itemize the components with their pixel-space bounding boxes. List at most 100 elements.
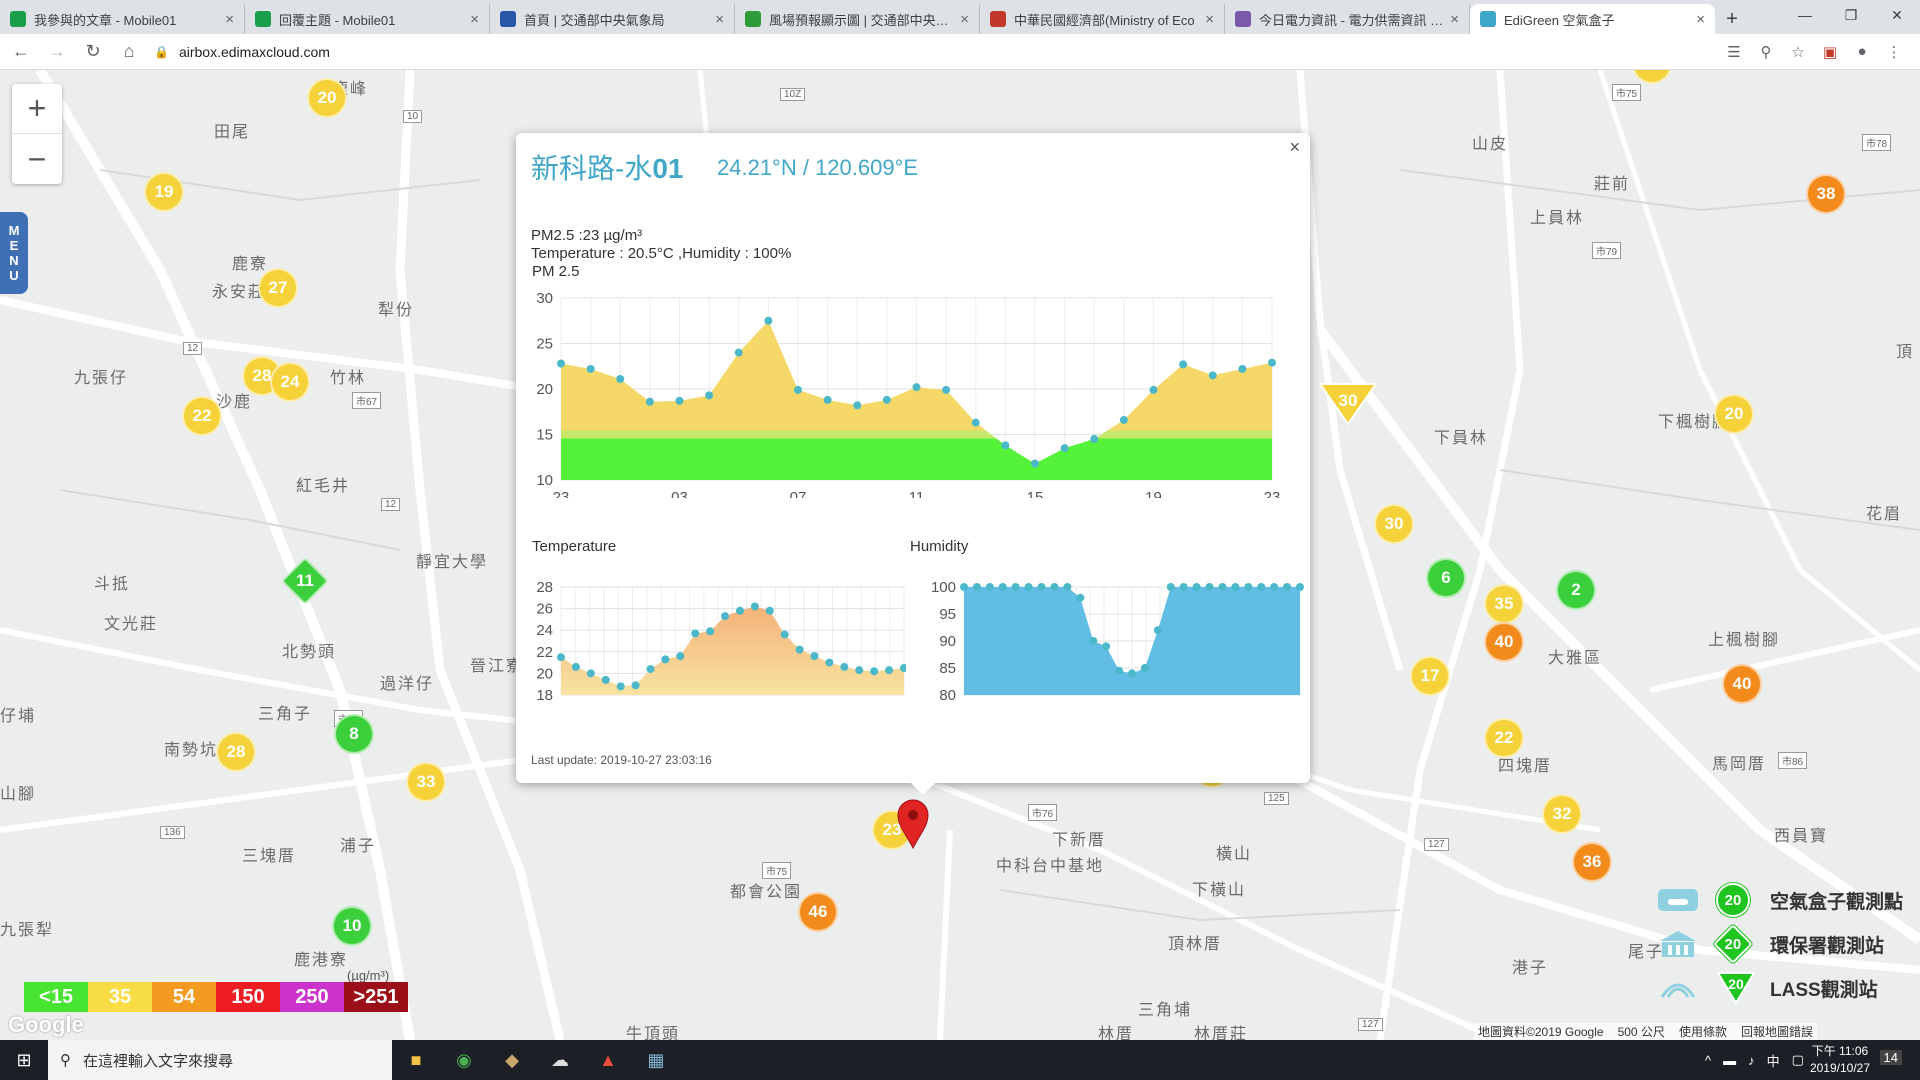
- airbox-marker[interactable]: 2: [1556, 570, 1596, 610]
- data-point: [825, 658, 834, 667]
- app-icon[interactable]: ▲: [584, 1040, 632, 1080]
- chrome-icon[interactable]: ◉: [440, 1040, 488, 1080]
- data-point: [1270, 583, 1279, 591]
- zoom-icon[interactable]: ⚲: [1750, 38, 1782, 66]
- maximize-button[interactable]: ❐: [1828, 0, 1874, 30]
- zoom-in-button[interactable]: +: [12, 84, 62, 134]
- close-window-button[interactable]: ✕: [1874, 0, 1920, 30]
- forward-arrow-icon[interactable]: →: [42, 37, 72, 67]
- y-tick-label: 80: [939, 687, 956, 704]
- airbox-marker[interactable]: 35: [1484, 584, 1524, 624]
- data-point: [1166, 583, 1175, 591]
- tab-close-icon[interactable]: ×: [470, 11, 479, 28]
- airbox-marker[interactable]: 17: [1410, 656, 1450, 696]
- airbox-marker[interactable]: 36: [1572, 842, 1612, 882]
- selected-location-pin-icon[interactable]: [896, 798, 930, 850]
- taskbar-search-box[interactable]: ⚲ 在這裡輸入文字來搜尋: [48, 1040, 392, 1080]
- airbox-marker[interactable]: 22: [1484, 718, 1524, 758]
- zoom-out-button[interactable]: −: [12, 134, 62, 184]
- place-label: 北勢頭: [282, 644, 337, 661]
- tab-close-icon[interactable]: ×: [1205, 11, 1214, 28]
- browser-tab[interactable]: 風場預報顯示圖 | 交通部中央氣象 ×: [735, 4, 980, 34]
- marker-value: 28: [252, 366, 272, 385]
- airbox-marker[interactable]: 30: [1374, 504, 1414, 544]
- airbox-marker[interactable]: 27: [258, 268, 298, 308]
- airbox-marker[interactable]: 40: [1484, 622, 1524, 662]
- airbox-marker[interactable]: 19: [144, 172, 184, 212]
- app-icon[interactable]: ◆: [488, 1040, 536, 1080]
- airbox-marker[interactable]: 24: [270, 362, 310, 402]
- place-label: 三塊厝: [242, 848, 297, 865]
- extension-icon[interactable]: ▣: [1814, 38, 1846, 66]
- ime-indicator[interactable]: 中: [1767, 1051, 1780, 1070]
- data-point: [882, 395, 891, 404]
- road-number-tag: 12: [183, 342, 203, 355]
- place-label: 沙鹿: [216, 394, 253, 411]
- address-bar[interactable]: 🔒 airbox.edimaxcloud.com: [154, 38, 1718, 66]
- browser-tab[interactable]: 回覆主題 - Mobile01 ×: [245, 4, 490, 34]
- airbox-marker[interactable]: 46: [798, 892, 838, 932]
- airbox-marker[interactable]: 22: [182, 396, 222, 436]
- airbox-marker[interactable]: 8: [334, 714, 374, 754]
- marker-value: 10: [342, 916, 362, 935]
- tab-close-icon[interactable]: ×: [1450, 11, 1459, 28]
- minimize-button[interactable]: —: [1782, 0, 1828, 30]
- airbox-marker[interactable]: 28: [216, 732, 256, 772]
- action-center-icon[interactable]: ▢: [1792, 1052, 1804, 1068]
- airbox-marker[interactable]: 10: [332, 906, 372, 946]
- volume-icon[interactable]: ♪: [1748, 1053, 1755, 1068]
- notification-count[interactable]: 14: [1879, 1050, 1902, 1065]
- place-label: 橫山: [1216, 846, 1253, 863]
- browser-tab[interactable]: 我參與的文章 - Mobile01 ×: [0, 4, 245, 34]
- airbox-marker[interactable]: 33: [406, 762, 446, 802]
- tab-close-icon[interactable]: ×: [715, 11, 724, 28]
- menu-button[interactable]: M E N U: [0, 212, 28, 294]
- tab-close-icon[interactable]: ×: [960, 11, 969, 28]
- browser-tab[interactable]: 今日電力資訊 - 電力供需資訊 - 3 ×: [1225, 4, 1470, 34]
- map-footer: 地圖資料©2019 Google 500 公尺 使用條款 回報地圖錯誤: [1474, 1023, 1817, 1040]
- lass-marker[interactable]: 30: [1316, 382, 1380, 426]
- app-icon[interactable]: ☁: [536, 1040, 584, 1080]
- airbox-marker[interactable]: 32: [1542, 794, 1582, 834]
- home-icon[interactable]: ⌂: [114, 37, 144, 67]
- browser-tab[interactable]: 首頁 | 交通部中央氣象局 ×: [490, 4, 735, 34]
- airbox-device-icon: [1658, 889, 1698, 911]
- new-tab-button[interactable]: +: [1715, 4, 1749, 34]
- taskbar-clock[interactable]: 下午 11:06 2019/10/27: [1810, 1043, 1870, 1077]
- airbox-marker[interactable]: 6: [1426, 558, 1466, 598]
- app-icon[interactable]: ▦: [632, 1040, 680, 1080]
- data-point: [1060, 444, 1069, 453]
- report-error-link[interactable]: 回報地圖錯誤: [1741, 1023, 1813, 1040]
- terms-link[interactable]: 使用條款: [1679, 1023, 1727, 1040]
- pm25-area-blend: [561, 430, 1272, 439]
- network-icon[interactable]: ▬: [1723, 1053, 1736, 1068]
- profile-icon[interactable]: ●: [1846, 38, 1878, 66]
- data-point: [1257, 583, 1266, 591]
- x-tick-label: 23: [1264, 489, 1281, 498]
- map-scale[interactable]: 500 公尺: [1618, 1023, 1665, 1040]
- airbox-marker[interactable]: 40: [1722, 664, 1762, 704]
- more-menu-icon[interactable]: ⋮: [1878, 38, 1910, 66]
- reload-icon[interactable]: ↻: [78, 37, 108, 67]
- marker-value: 40: [1732, 674, 1752, 693]
- popup-tip: [911, 783, 935, 795]
- windows-start-icon[interactable]: ⊞: [0, 1040, 48, 1080]
- road-number-tag: 125: [1264, 792, 1289, 805]
- tab-close-icon[interactable]: ×: [1696, 11, 1705, 28]
- data-point: [586, 669, 595, 678]
- browser-tab[interactable]: EdiGreen 空氣盒子 ×: [1470, 4, 1715, 34]
- translate-icon[interactable]: ☰: [1718, 38, 1750, 66]
- data-point: [985, 583, 994, 591]
- browser-tab[interactable]: 中華民國經濟部(Ministry of Eco ×: [980, 4, 1225, 34]
- airbox-marker[interactable]: 20: [1714, 394, 1754, 434]
- popup-close-button[interactable]: ×: [1289, 137, 1300, 158]
- airbox-marker[interactable]: 20: [307, 78, 347, 118]
- bookmark-star-icon[interactable]: ☆: [1782, 38, 1814, 66]
- tab-close-icon[interactable]: ×: [225, 11, 234, 28]
- map-canvas[interactable]: 鹿峰 田尾 鹿寮 永安莊 犁份 竹林 九張仔 沙鹿 紅毛井 斗抵 文光莊 北勢頭 過洋仔 晉江寮 三角子 仔埔…: [0, 70, 1920, 1040]
- tray-chevron-icon[interactable]: ^: [1705, 1053, 1711, 1068]
- airbox-marker[interactable]: 38: [1806, 174, 1846, 214]
- back-arrow-icon[interactable]: ←: [6, 37, 36, 67]
- file-explorer-icon[interactable]: ■: [392, 1040, 440, 1080]
- data-point: [1076, 593, 1085, 602]
